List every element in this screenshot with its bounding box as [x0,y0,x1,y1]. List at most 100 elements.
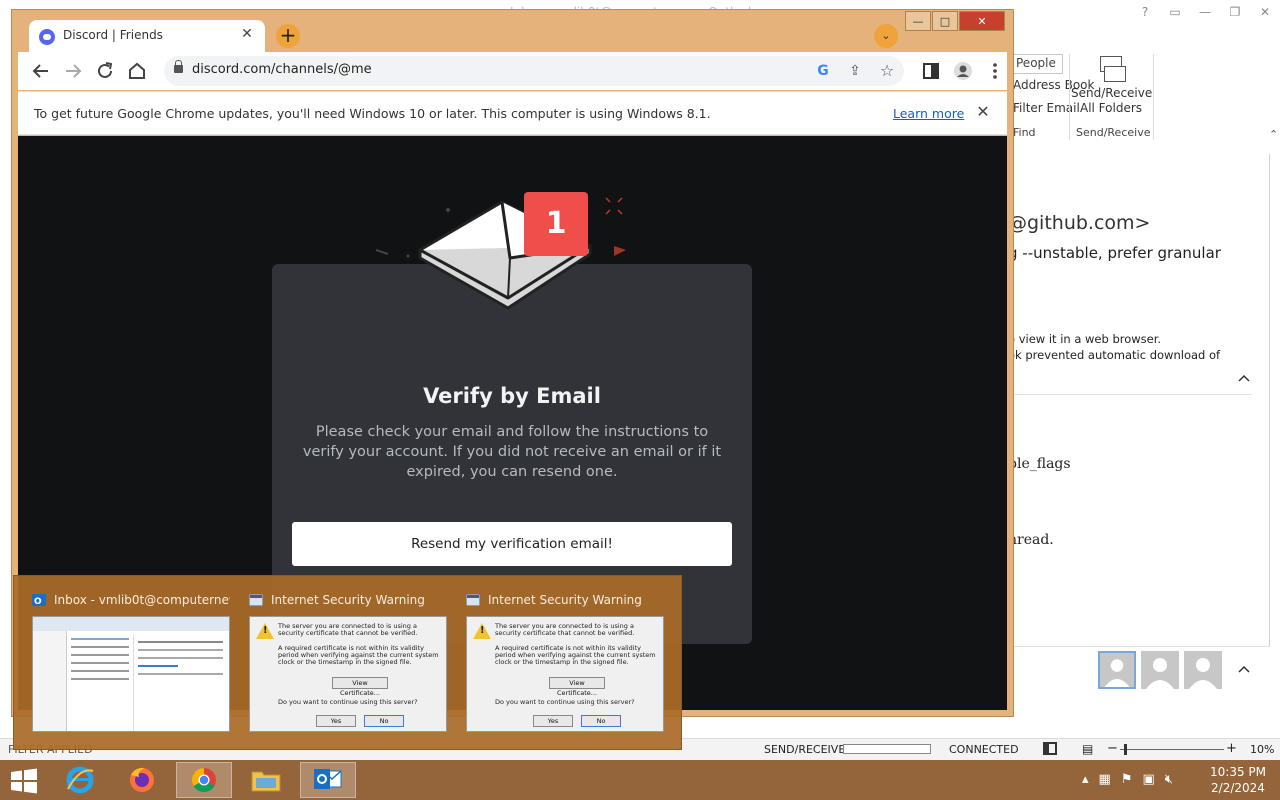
discord-favicon-icon [39,29,55,45]
folder-icon [251,771,281,792]
taskbar-firefox[interactable] [114,762,170,798]
new-tab-button[interactable]: + [276,24,300,48]
minimize-button[interactable]: — [905,11,931,31]
learn-more-link[interactable]: Learn more [893,106,964,121]
taskbar-clock[interactable]: 10:35 PM 2/2/2024 [1206,764,1270,796]
search-people-field[interactable]: People [1013,54,1063,74]
verify-title: Verify by Email [423,384,601,408]
reload-icon[interactable] [94,60,116,82]
send-receive-progress [843,744,931,754]
side-panel-icon[interactable] [920,60,942,82]
chevron-up-icon[interactable] [1238,663,1250,675]
email-body-line: hread. [1008,532,1054,548]
reading-view-icon[interactable]: ▤ [1082,742,1093,756]
forward-arrow-icon[interactable] [62,60,84,82]
update-infobar: To get future Google Chrome updates, you… [18,91,1007,135]
taskbar-file-explorer[interactable] [238,762,294,798]
system-tray: ▴ ▦ ⚑ ▣ 🔇︎ [1082,772,1173,787]
send-receive-group-label: Send/Receive [1076,126,1151,139]
person-avatar-icon[interactable] [1141,651,1179,689]
email-info-line: ok prevented automatic download of [1008,348,1221,362]
zoom-in-icon[interactable]: + [1226,741,1237,756]
thumbnail-title: Internet Security Warning [271,593,425,607]
address-bar[interactable]: discord.com/channels/@me G ⇪ ☆ [164,56,904,86]
reading-pane: @github.com> g --unstable, prefer granul… [1008,154,1270,690]
thumbnail-security-warning-1[interactable]: Internet Security Warning The server you… [245,590,449,732]
zoom-slider-thumb[interactable] [1124,744,1128,755]
restore-icon[interactable]: ❐ [1220,0,1250,24]
chevron-up-icon[interactable] [1238,372,1250,384]
taskbar-internet-explorer[interactable] [52,762,108,798]
infobar-message: To get future Google Chrome updates, you… [34,106,711,121]
send-receive-all-button[interactable]: Send/Receive All Folders [1071,54,1152,116]
close-window-button[interactable]: ✕ [959,11,1005,31]
close-icon[interactable]: ✕ [1250,0,1280,24]
clock-date: 2/2/2024 [1211,781,1265,795]
show-hidden-icons-icon[interactable]: ▴ [1082,772,1089,787]
resend-verification-button[interactable]: Resend my verification email! [292,522,732,566]
internet-explorer-icon [66,766,94,794]
close-icon[interactable]: ✕ [974,102,992,121]
ribbon-display-icon[interactable]: ▭ [1160,0,1190,24]
maximize-button[interactable]: □ [932,11,958,31]
thumbnail-title: Internet Security Warning [488,593,642,607]
thumbnail-outlook-inbox[interactable]: O Inbox - vmlib0t@computernew... [28,590,232,732]
volume-muted-icon[interactable]: 🔇︎ [1165,772,1173,787]
svg-text:O: O [34,597,42,606]
person-avatar-icon[interactable] [1184,651,1222,689]
back-arrow-icon[interactable] [30,60,52,82]
connection-status: CONNECTED [949,743,1019,756]
tab-strip: Discord | Friends ✕ + ⌄ — □ ✕ [12,10,1013,52]
taskbar-thumbnail-popup: O Inbox - vmlib0t@computernew... Interne… [13,575,682,750]
collapse-ribbon-icon[interactable]: ⌃ [1269,128,1278,141]
thumbnail-preview [32,616,230,732]
outlook-icon [314,769,342,789]
find-group-label: Find [1013,126,1036,139]
windows-start-icon[interactable] [10,768,38,794]
email-body-line: ble_flags [1008,456,1071,472]
verify-description: Please check your email and follow the i… [302,424,722,480]
clock-time: 10:35 PM [1210,765,1266,779]
taskbar-chrome[interactable] [176,762,232,798]
tab-close-icon[interactable]: ✕ [238,26,256,42]
window-icon [466,594,480,606]
home-icon[interactable] [126,60,148,82]
windows-taskbar: ▴ ▦ ⚑ ▣ 🔇︎ 10:35 PM 2/2/2024 [0,760,1280,800]
firefox-icon [130,767,154,792]
email-sender: @github.com> [1008,212,1151,234]
minimize-icon[interactable]: — [1190,0,1220,24]
email-subject: g --unstable, prefer granular [1008,244,1221,262]
taskbar-outlook[interactable] [300,762,356,798]
zoom-level: 10% [1250,743,1275,756]
outlook-icon: O [32,594,46,606]
more-options-icon[interactable] [984,60,1006,82]
email-info-line: o view it in a web browser. [1008,332,1162,346]
person-avatar-icon[interactable] [1098,651,1136,689]
thumbnail-preview: The server you are connected to is using… [466,616,664,732]
lock-icon[interactable] [174,60,183,73]
warning-icon [473,623,491,639]
thumbnail-security-warning-2[interactable]: Internet Security Warning The server you… [462,590,666,732]
help-icon[interactable]: ? [1130,0,1160,24]
chrome-icon [191,768,216,793]
share-icon[interactable]: ⇪ [844,60,866,82]
notification-badge: 1 [524,192,588,256]
tab-search-chevron-icon[interactable]: ⌄ [874,24,898,48]
outlook-ribbon: People Address Book Filter Email Find Se… [1013,50,1280,142]
network-icon[interactable]: ▣ [1142,772,1154,787]
google-lens-icon[interactable]: G [812,60,834,82]
normal-view-icon[interactable] [1043,742,1057,755]
network-adapter-icon[interactable]: ▦ [1099,772,1111,787]
tab-discord-friends[interactable]: Discord | Friends ✕ [29,20,265,52]
warning-icon [256,623,274,639]
profile-avatar-icon[interactable] [952,60,974,82]
people-pane [1014,646,1270,690]
action-center-flag-icon[interactable]: ⚑ [1121,772,1133,787]
url-text[interactable]: discord.com/channels/@me [192,62,372,77]
zoom-out-icon[interactable]: − [1107,741,1118,756]
zoom-slider[interactable] [1120,744,1224,755]
send-receive-status: SEND/RECEIVE [764,743,846,756]
thumbnail-title: Inbox - vmlib0t@computernew... [54,593,230,607]
send-receive-icon [1096,54,1126,84]
bookmark-star-icon[interactable]: ☆ [876,60,898,82]
